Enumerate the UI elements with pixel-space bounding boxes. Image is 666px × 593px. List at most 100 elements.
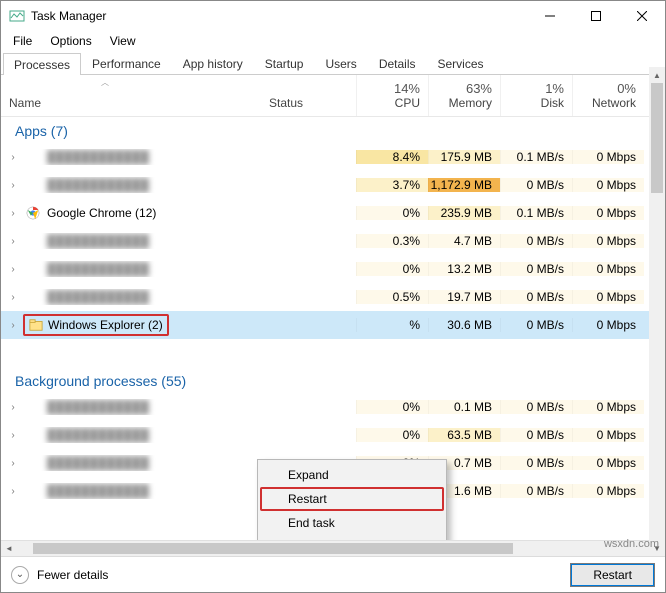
context-end-task[interactable]: End task	[260, 511, 444, 535]
col-cpu-label: CPU	[365, 96, 420, 110]
cpu-cell: 8.4%	[356, 150, 428, 164]
disk-cell: 0.1 MB/s	[500, 150, 572, 164]
disk-cell: 0 MB/s	[500, 234, 572, 248]
process-name: ████████████	[47, 234, 149, 248]
col-status[interactable]: Status	[261, 75, 356, 116]
expand-icon[interactable]: ›	[5, 320, 21, 331]
cpu-cell: 0%	[356, 428, 428, 442]
process-name: ████████████	[47, 178, 149, 192]
tab-app-history[interactable]: App history	[172, 52, 254, 74]
context-expand[interactable]: Expand	[260, 463, 444, 487]
col-name[interactable]: ︿ Name	[1, 75, 261, 116]
expand-icon[interactable]: ›	[5, 486, 21, 497]
disk-cell: 0 MB/s	[500, 428, 572, 442]
tab-users[interactable]: Users	[314, 52, 367, 74]
context-restart[interactable]: Restart	[260, 487, 444, 511]
col-memory-label: Memory	[437, 96, 492, 110]
expand-icon[interactable]: ›	[5, 458, 21, 469]
fewer-details-label[interactable]: Fewer details	[37, 568, 108, 582]
process-name: ████████████	[47, 400, 149, 414]
app-row[interactable]: ›████████████0.3%4.7 MB0 MB/s0 Mbps	[1, 227, 665, 255]
v-scroll-up-icon[interactable]: ▲	[649, 67, 665, 83]
none-icon	[25, 261, 41, 277]
process-icon	[25, 427, 41, 443]
task-manager-icon	[9, 8, 25, 24]
expand-icon[interactable]: ›	[5, 264, 21, 275]
window-title: Task Manager	[31, 9, 527, 23]
restart-button[interactable]: Restart	[570, 563, 655, 587]
maximize-button[interactable]	[573, 1, 619, 31]
context-provide-feedback[interactable]: Provide feedback	[260, 535, 444, 540]
process-icon	[25, 455, 41, 471]
app-row[interactable]: ›████████████0%13.2 MB0 MB/s0 Mbps	[1, 255, 665, 283]
app-row[interactable]: ›████████████8.4%175.9 MB0.1 MB/s0 Mbps	[1, 143, 665, 171]
tab-services[interactable]: Services	[427, 52, 495, 74]
group-bg-title: Background processes (55)	[1, 367, 665, 393]
h-scroll-left-icon[interactable]: ◄	[1, 541, 17, 556]
process-name: ████████████	[47, 484, 149, 498]
cpu-cell: 3.7%	[356, 178, 428, 192]
net-cell: 0 Mbps	[572, 150, 644, 164]
expand-icon[interactable]: ›	[5, 430, 21, 441]
v-scrollbar[interactable]: ▲ ▼	[649, 67, 665, 556]
h-scrollbar[interactable]: ◄ ►	[1, 540, 665, 556]
menu-options[interactable]: Options	[42, 32, 99, 50]
h-scroll-thumb[interactable]	[33, 543, 513, 554]
task-manager-window: Task Manager File Options View Processes…	[0, 0, 666, 593]
expand-icon[interactable]: ›	[5, 236, 21, 247]
col-disk[interactable]: 1% Disk	[500, 75, 572, 116]
mem-cell: 1,172.9 MB	[428, 178, 500, 192]
mem-cell: 235.9 MB	[428, 206, 500, 220]
process-name: ████████████	[47, 456, 149, 470]
app-row[interactable]: ›████████████3.7%1,172.9 MB0 MB/s0 Mbps	[1, 171, 665, 199]
menu-file[interactable]: File	[5, 32, 40, 50]
col-network-label: Network	[581, 96, 636, 110]
tab-processes[interactable]: Processes	[3, 53, 81, 75]
disk-cell: 0 MB/s	[500, 290, 572, 304]
col-network[interactable]: 0% Network	[572, 75, 644, 116]
group-apps-title: Apps (7)	[1, 117, 665, 143]
net-cell: 0 Mbps	[572, 456, 644, 470]
mem-cell: 0.1 MB	[428, 400, 500, 414]
v-scroll-track[interactable]	[649, 83, 665, 540]
menu-view[interactable]: View	[102, 32, 144, 50]
app-row[interactable]: ›Windows Explorer (2)%30.6 MB0 MB/s0 Mbp…	[1, 311, 665, 339]
process-list: Apps (7) ›████████████8.4%175.9 MB0.1 MB…	[1, 117, 665, 540]
cpu-cell: 0%	[356, 400, 428, 414]
expand-icon[interactable]: ›	[5, 292, 21, 303]
bg-row[interactable]: ›████████████0%0.1 MB0 MB/s0 Mbps	[1, 393, 665, 421]
tab-details[interactable]: Details	[368, 52, 427, 74]
h-scroll-track[interactable]	[33, 541, 633, 556]
minimize-button[interactable]	[527, 1, 573, 31]
app-row[interactable]: ›████████████0.5%19.7 MB0 MB/s0 Mbps	[1, 283, 665, 311]
process-name: Google Chrome (12)	[47, 206, 156, 220]
none-icon	[25, 233, 41, 249]
selection-highlight: Windows Explorer (2)	[23, 314, 169, 336]
net-cell: 0 Mbps	[572, 290, 644, 304]
net-cell: 0 Mbps	[572, 206, 644, 220]
cpu-cell: %	[356, 318, 428, 332]
bg-row[interactable]: ›████████████0%63.5 MB0 MB/s0 Mbps	[1, 421, 665, 449]
process-icon	[25, 399, 41, 415]
tab-startup[interactable]: Startup	[254, 52, 315, 74]
tab-performance[interactable]: Performance	[81, 52, 172, 74]
col-memory-pct: 63%	[437, 81, 492, 96]
expand-icon[interactable]: ›	[5, 180, 21, 191]
none-icon	[25, 149, 41, 165]
disk-cell: 0 MB/s	[500, 456, 572, 470]
disk-cell: 0 MB/s	[500, 262, 572, 276]
expand-icon[interactable]: ›	[5, 402, 21, 413]
col-memory[interactable]: 63% Memory	[428, 75, 500, 116]
v-scroll-thumb[interactable]	[651, 83, 663, 193]
expand-icon[interactable]: ›	[5, 152, 21, 163]
expand-icon[interactable]: ›	[5, 208, 21, 219]
close-button[interactable]	[619, 1, 665, 31]
window-controls	[527, 1, 665, 31]
fewer-details-toggle[interactable]: ⌄	[11, 566, 29, 584]
col-cpu[interactable]: 14% CPU	[356, 75, 428, 116]
disk-cell: 0 MB/s	[500, 178, 572, 192]
menubar: File Options View	[1, 31, 665, 51]
mem-cell: 30.6 MB	[428, 318, 500, 332]
app-row[interactable]: ›Google Chrome (12)0%235.9 MB0.1 MB/s0 M…	[1, 199, 665, 227]
none-icon	[25, 289, 41, 305]
